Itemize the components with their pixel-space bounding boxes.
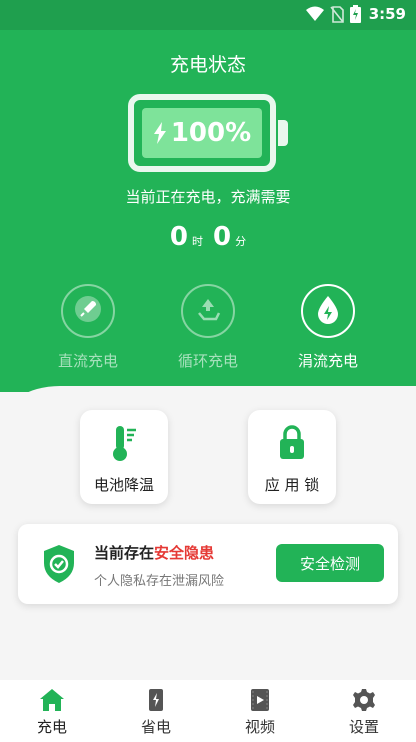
wifi-icon [305, 6, 324, 22]
nav-label: 充电 [36, 718, 67, 736]
page-title: 充电状态 [169, 54, 246, 76]
mode-label: 直流充电 [57, 352, 118, 370]
bottom-nav: 充电 省电 视频 设置 [0, 680, 416, 742]
mode-circle [181, 284, 235, 338]
minutes-unit: 分 [235, 235, 247, 248]
battery-indicator: 100% [128, 94, 276, 172]
mode-circle [301, 284, 355, 338]
mode-trickle-charge[interactable]: 涓流充电 [288, 284, 368, 371]
recycle-icon [194, 295, 222, 327]
no-sim-icon [330, 5, 344, 23]
bolt-icon [153, 122, 167, 144]
nav-item-charge[interactable]: 充电 [0, 680, 104, 742]
remaining-time: 0 时 0 分 [0, 222, 416, 252]
shield-icon [42, 544, 76, 588]
rocket-icon [74, 295, 102, 327]
thermometer-icon [80, 424, 168, 462]
nav-item-settings[interactable]: 设置 [312, 680, 416, 742]
battery-percent: 100% [170, 118, 252, 148]
nav-label: 省电 [140, 718, 171, 736]
mode-circle [61, 284, 115, 338]
mode-cycle-charge[interactable]: 循环充电 [168, 284, 248, 371]
security-title: 当前存在安全隐患 [94, 542, 214, 563]
mode-label: 涓流充电 [297, 352, 358, 370]
gear-icon [312, 688, 416, 712]
mode-label: 循环充电 [177, 352, 238, 370]
drop-icon [314, 294, 342, 328]
battery-fill: 100% [142, 108, 262, 158]
nav-label: 视频 [244, 718, 275, 736]
security-card: 当前存在安全隐患 个人隐私存在泄漏风险 安全检测 [18, 524, 398, 604]
battery-status-icon [349, 5, 361, 23]
mode-dc-charge[interactable]: 直流充电 [48, 284, 128, 371]
remaining-minutes: 0 [213, 222, 232, 252]
video-icon [208, 688, 312, 712]
charge-message: 当前正在充电，充满需要 [125, 188, 291, 206]
battery-save-icon [104, 688, 208, 712]
security-warning: 安全隐患 [154, 544, 215, 562]
security-check-button[interactable]: 安全检测 [276, 544, 384, 582]
status-bar: 3:59 [0, 0, 416, 30]
remaining-hours: 0 [169, 222, 188, 252]
nav-label: 设置 [348, 718, 379, 736]
security-title-prefix: 当前存在 [94, 544, 155, 562]
lock-icon [248, 424, 336, 462]
nav-item-save[interactable]: 省电 [104, 680, 208, 742]
battery-cap [278, 120, 288, 146]
tool-label: 应 用 锁 [264, 476, 320, 494]
tool-label: 电池降温 [93, 476, 154, 494]
hours-unit: 时 [192, 235, 203, 248]
home-icon [0, 688, 104, 712]
status-icons: 3:59 [305, 5, 406, 23]
battery-cooling-card[interactable]: 电池降温 [80, 410, 168, 504]
security-subtitle: 个人隐私存在泄漏风险 [94, 574, 225, 589]
app-lock-card[interactable]: 应 用 锁 [248, 410, 336, 504]
status-time: 3:59 [368, 5, 406, 23]
nav-item-video[interactable]: 视频 [208, 680, 312, 742]
